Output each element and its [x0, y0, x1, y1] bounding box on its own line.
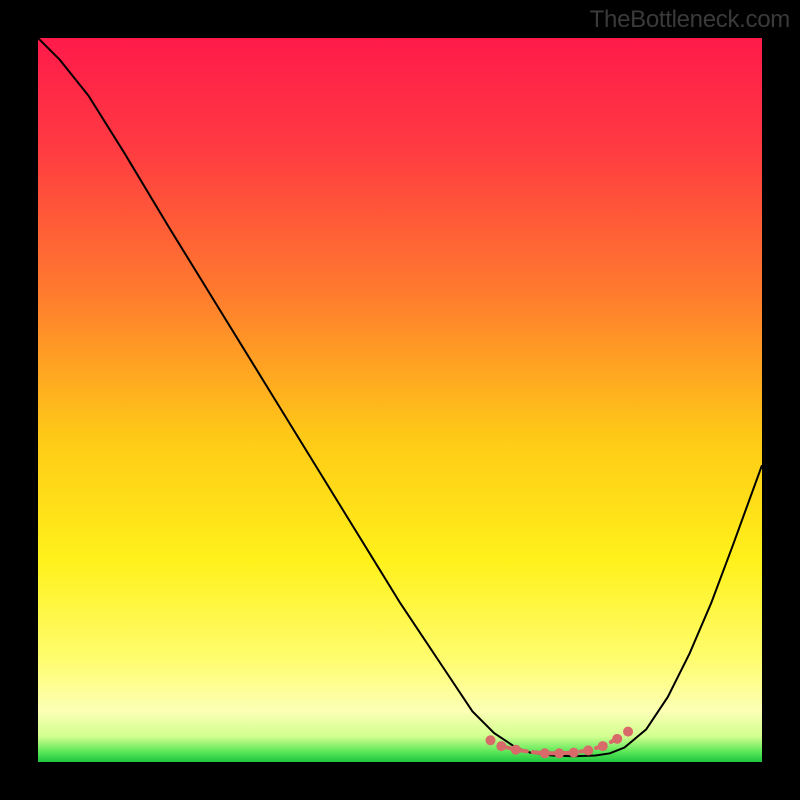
valley-marker — [569, 748, 579, 758]
valley-marker — [623, 727, 633, 737]
valley-marker — [612, 734, 622, 744]
valley-marker — [554, 748, 564, 758]
valley-marker — [511, 745, 521, 755]
valley-marker — [540, 748, 550, 758]
plot-area — [38, 38, 762, 762]
curve-layer — [38, 38, 762, 762]
valley-marker — [496, 741, 506, 751]
valley-marker — [486, 735, 496, 745]
valley-marker — [598, 741, 608, 751]
bottleneck-curve — [38, 38, 762, 756]
watermark-text: TheBottleneck.com — [590, 6, 790, 34]
valley-marker — [583, 745, 593, 755]
